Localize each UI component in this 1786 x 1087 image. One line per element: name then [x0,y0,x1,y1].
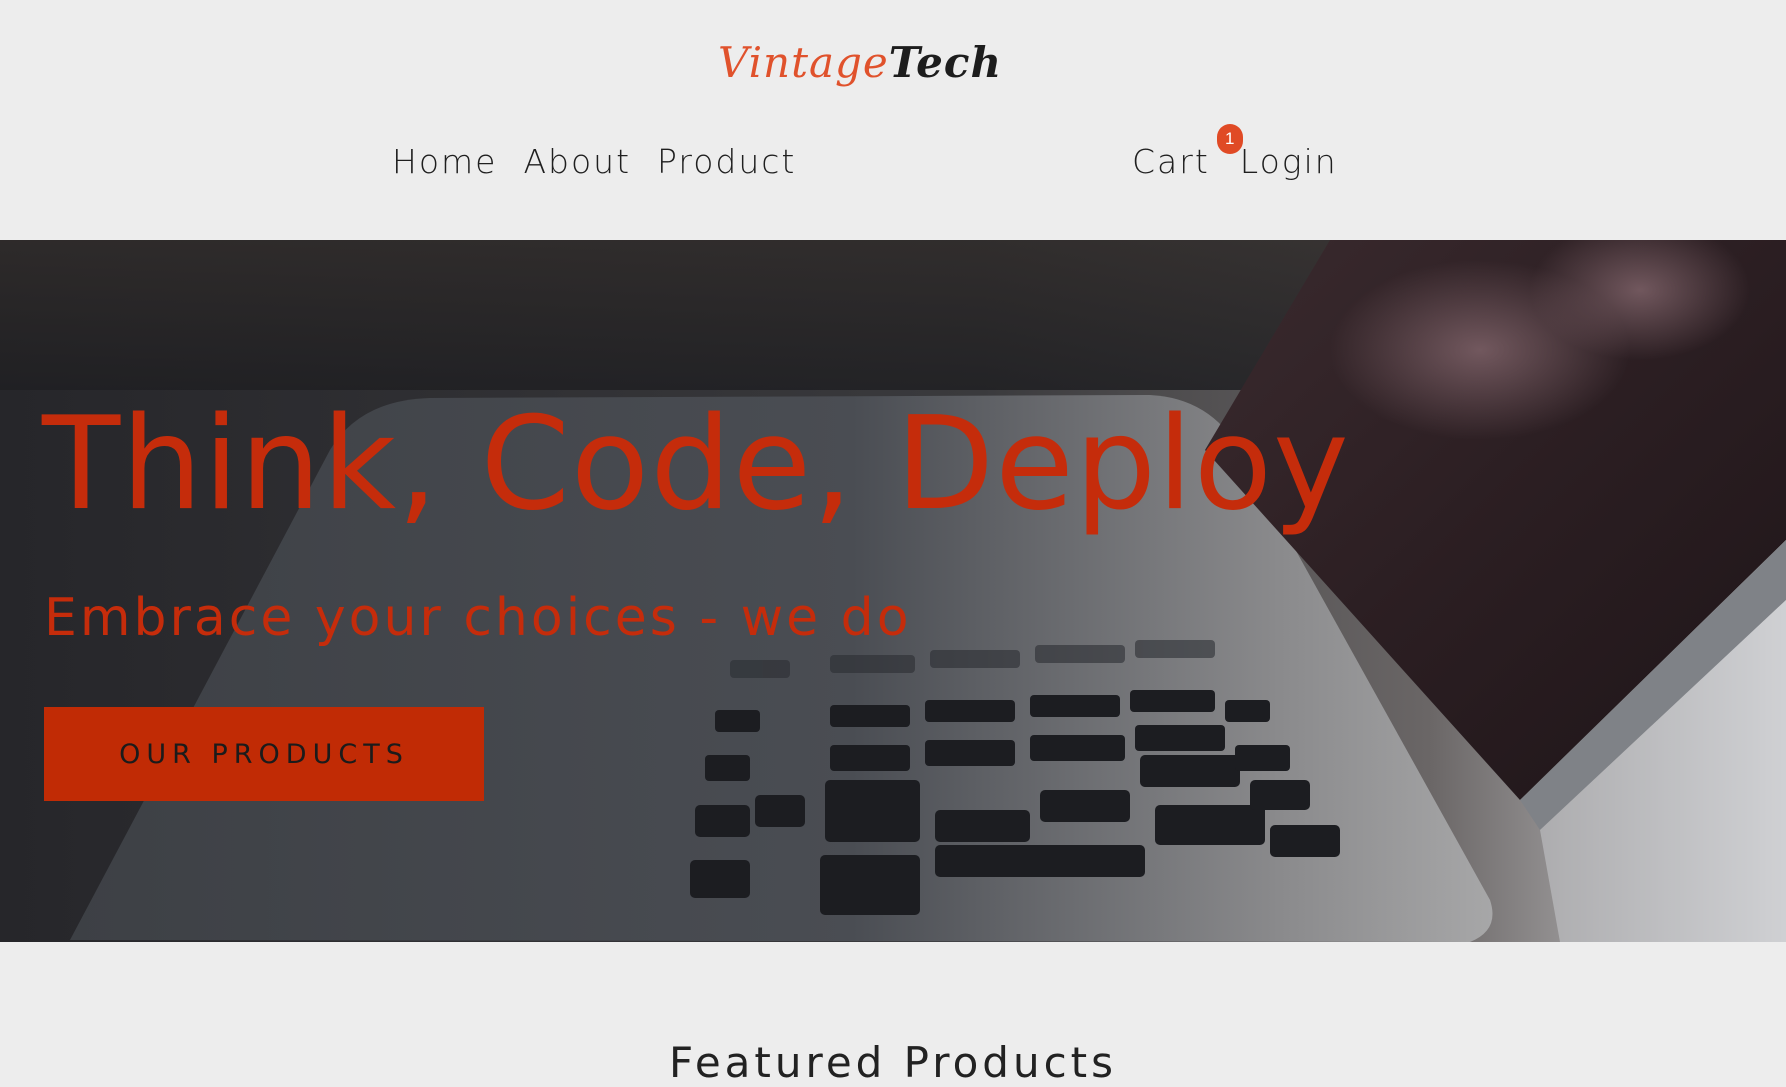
cart-count-badge: 1 [1216,124,1243,154]
hero-title: Think, Code, Deploy [42,390,1350,539]
logo-vintage: Vintage [718,38,889,87]
nav-home-link[interactable]: Home [392,142,497,181]
login-link[interactable]: Login [1240,142,1338,181]
user-nav: Cart 1 Login [1132,124,1338,181]
brand-logo[interactable]: VintageTech [0,38,1720,87]
hero-banner: Think, Code, Deploy Embrace your choices… [0,240,1786,942]
hero-subtitle: Embrace your choices - we do [44,588,912,648]
main-nav: Home About Product [392,142,796,181]
our-products-button[interactable]: OUR PRODUCTS [44,707,484,801]
cart-link-wrapper[interactable]: Cart 1 [1132,124,1243,181]
logo-tech: Tech [888,38,1002,87]
nav-about-link[interactable]: About [523,142,631,181]
cart-link[interactable]: Cart [1132,142,1210,181]
site-header: VintageTech Home About Product Cart 1 Lo… [0,0,1786,240]
nav-product-link[interactable]: Product [657,142,796,181]
